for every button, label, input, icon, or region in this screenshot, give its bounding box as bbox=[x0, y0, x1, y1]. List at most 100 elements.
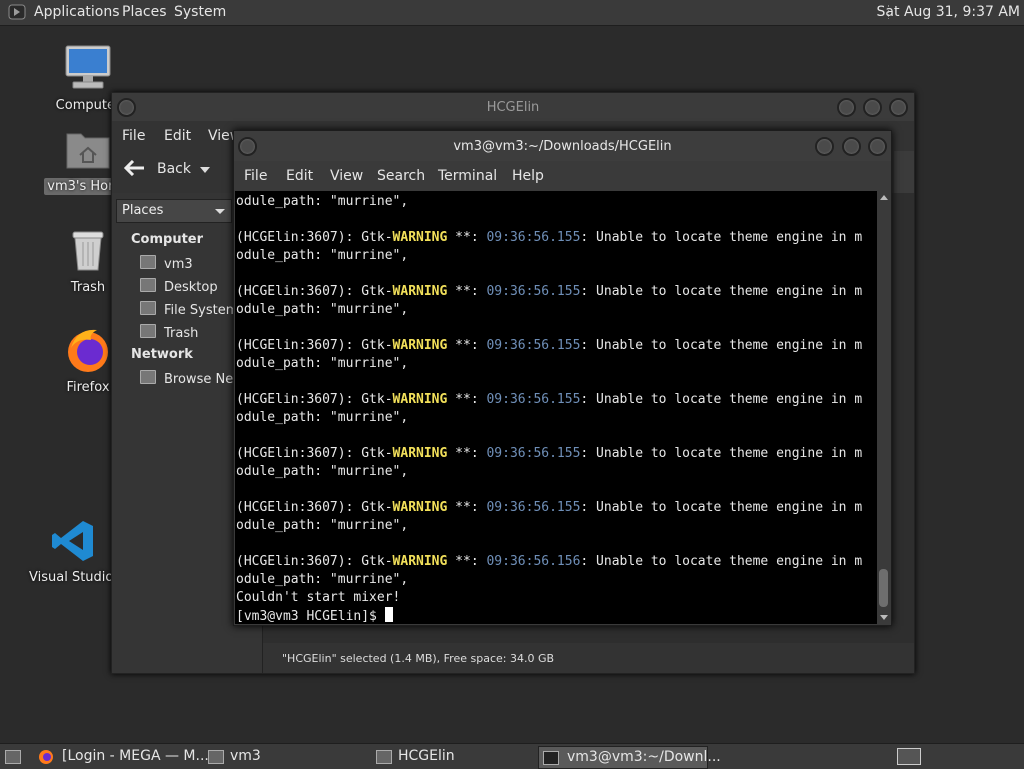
task-terminal[interactable]: vm3@vm3:~/Downl... bbox=[538, 746, 721, 769]
sidebar-item-label: vm3 bbox=[164, 257, 193, 272]
firefox-icon bbox=[39, 750, 53, 764]
drive-icon bbox=[140, 301, 156, 315]
system-menu[interactable]: System bbox=[174, 4, 226, 20]
places-dropdown-value: Places bbox=[122, 203, 164, 218]
vertical-scrollbar[interactable] bbox=[877, 191, 890, 624]
workspace-icon bbox=[897, 748, 921, 765]
timestamp: 09:36:56.155 bbox=[486, 500, 581, 515]
home-folder-icon bbox=[140, 255, 156, 269]
scroll-up-icon[interactable] bbox=[880, 195, 888, 200]
close-button[interactable] bbox=[889, 98, 908, 117]
folder-icon bbox=[376, 750, 392, 764]
task-hcgelin[interactable]: HCGElin bbox=[372, 746, 532, 767]
sidebar-item-vm3[interactable]: vm3 bbox=[140, 255, 193, 272]
maximize-button[interactable] bbox=[842, 137, 861, 156]
home-folder-icon bbox=[66, 133, 110, 169]
timestamp: 09:36:56.155 bbox=[486, 392, 581, 407]
sidebar-heading-computer: Computer bbox=[131, 232, 204, 247]
places-menu[interactable]: Places bbox=[122, 4, 167, 20]
timestamp: 09:36:56.155 bbox=[486, 338, 581, 353]
terminal-line: odule_path: "murrine", bbox=[236, 464, 409, 479]
terminal-icon bbox=[543, 751, 559, 765]
sidebar-item-trash[interactable]: Trash bbox=[140, 324, 198, 341]
minimize-button[interactable] bbox=[815, 137, 834, 156]
terminal-line: odule_path: "murrine", bbox=[236, 572, 409, 587]
minimize-button[interactable] bbox=[837, 98, 856, 117]
distro-logo-icon[interactable] bbox=[8, 4, 26, 20]
shell-prompt: [vm3@vm3 HCGElin]$ bbox=[236, 609, 385, 624]
workspace-switcher[interactable] bbox=[893, 746, 923, 767]
task-label: vm3@vm3:~/Downl... bbox=[567, 749, 721, 765]
terminal-prompt-line[interactable]: [vm3@vm3 HCGElin]$ bbox=[236, 607, 862, 624]
task-label: HCGElin bbox=[398, 748, 455, 764]
window-title: vm3@vm3:~/Downloads/HCGElin bbox=[453, 139, 672, 154]
warning-label: WARNING bbox=[392, 392, 448, 407]
sidebar-item-file-system[interactable]: File System bbox=[140, 301, 238, 318]
menu-view[interactable]: View bbox=[330, 168, 363, 184]
desktop-icon-vscode[interactable]: Visual Studio Code bbox=[29, 518, 151, 585]
vscode-icon bbox=[52, 521, 93, 561]
terminal-line: (HCGElin:3607): Gtk-WARNING **: 09:36:56… bbox=[236, 284, 863, 299]
warning-label: WARNING bbox=[392, 338, 448, 353]
terminal-line: (HCGElin:3607): Gtk-WARNING **: 09:36:56… bbox=[236, 392, 863, 407]
chevron-down-icon[interactable] bbox=[200, 167, 210, 173]
chevron-down-icon bbox=[215, 209, 225, 214]
back-button[interactable]: Back bbox=[120, 153, 220, 183]
warning-label: WARNING bbox=[392, 446, 448, 461]
desktop-icon-label: Trash bbox=[70, 280, 106, 295]
terminal-line: (HCGElin:3607): Gtk-WARNING **: 09:36:56… bbox=[236, 338, 863, 353]
menu-edit[interactable]: Edit bbox=[286, 168, 313, 184]
desktop-icon-label: Firefox bbox=[66, 380, 110, 395]
applications-menu[interactable]: Applications bbox=[34, 4, 120, 20]
window-titlebar[interactable]: HCGElin bbox=[112, 93, 914, 121]
terminal-line: odule_path: "murrine", bbox=[236, 356, 409, 371]
timestamp: 09:36:56.155 bbox=[486, 284, 581, 299]
terminal-line: odule_path: "murrine", bbox=[236, 518, 409, 533]
sidebar-item-label: File System bbox=[164, 303, 239, 318]
sidebar-heading-network: Network bbox=[131, 347, 193, 362]
menu-help[interactable]: Help bbox=[512, 168, 544, 184]
task-firefox[interactable]: [Login - MEGA — M... bbox=[34, 746, 209, 767]
menu-search[interactable]: Search bbox=[377, 168, 425, 184]
scrollbar-thumb[interactable] bbox=[879, 569, 888, 607]
back-label: Back bbox=[157, 161, 191, 177]
show-desktop-icon bbox=[5, 750, 21, 764]
top-panel: Applications Places System Sat Aug 31, 9… bbox=[0, 0, 1024, 26]
places-dropdown[interactable]: Places bbox=[116, 199, 232, 223]
task-vm3[interactable]: vm3 bbox=[204, 746, 364, 767]
terminal-line: odule_path: "murrine", bbox=[236, 302, 409, 317]
task-label: vm3 bbox=[230, 748, 261, 764]
trash-icon bbox=[140, 324, 156, 338]
window-title: HCGElin bbox=[486, 100, 540, 115]
terminal-line: (HCGElin:3607): Gtk-WARNING **: 09:36:56… bbox=[236, 500, 863, 515]
trash-icon bbox=[72, 231, 104, 271]
scroll-down-icon[interactable] bbox=[880, 615, 888, 620]
sidebar-item-desktop[interactable]: Desktop bbox=[140, 278, 218, 295]
statusbar: "HCGElin" selected (1.4 MB), Free space:… bbox=[263, 643, 914, 673]
menu-edit[interactable]: Edit bbox=[164, 128, 191, 144]
home-folder-icon bbox=[208, 750, 224, 764]
firefox-icon bbox=[68, 329, 108, 372]
desktop-folder-icon bbox=[140, 278, 156, 292]
terminal-line: (HCGElin:3607): Gtk-WARNING **: 09:36:56… bbox=[236, 554, 863, 569]
taskbar: [Login - MEGA — M... vm3 HCGElin vm3@vm3… bbox=[0, 743, 1024, 769]
warning-label: WARNING bbox=[392, 284, 448, 299]
menu-terminal[interactable]: Terminal bbox=[438, 168, 497, 184]
close-button[interactable] bbox=[868, 137, 887, 156]
maximize-button[interactable] bbox=[863, 98, 882, 117]
terminal-line: odule_path: "murrine", bbox=[236, 248, 409, 263]
clock[interactable]: Sat Aug 31, 9:37 AM bbox=[877, 4, 1020, 20]
show-desktop-button[interactable] bbox=[2, 746, 24, 767]
menu-file[interactable]: File bbox=[244, 168, 267, 184]
terminal-window[interactable]: vm3@vm3:~/Downloads/HCGElin File Edit Vi… bbox=[233, 130, 892, 626]
sidebar-item-label: Desktop bbox=[164, 280, 218, 295]
menu-file[interactable]: File bbox=[122, 128, 145, 144]
window-titlebar[interactable]: vm3@vm3:~/Downloads/HCGElin bbox=[234, 131, 891, 161]
timestamp: 09:36:56.155 bbox=[486, 446, 581, 461]
status-text: "HCGElin" selected (1.4 MB), Free space:… bbox=[282, 652, 555, 665]
network-icon bbox=[140, 370, 156, 384]
warning-label: WARNING bbox=[392, 554, 448, 569]
terminal-output[interactable]: odule_path: "murrine", (HCGElin:3607): G… bbox=[235, 191, 877, 624]
task-label: [Login - MEGA — M... bbox=[62, 748, 209, 764]
timestamp: 09:36:56.156 bbox=[486, 554, 581, 569]
